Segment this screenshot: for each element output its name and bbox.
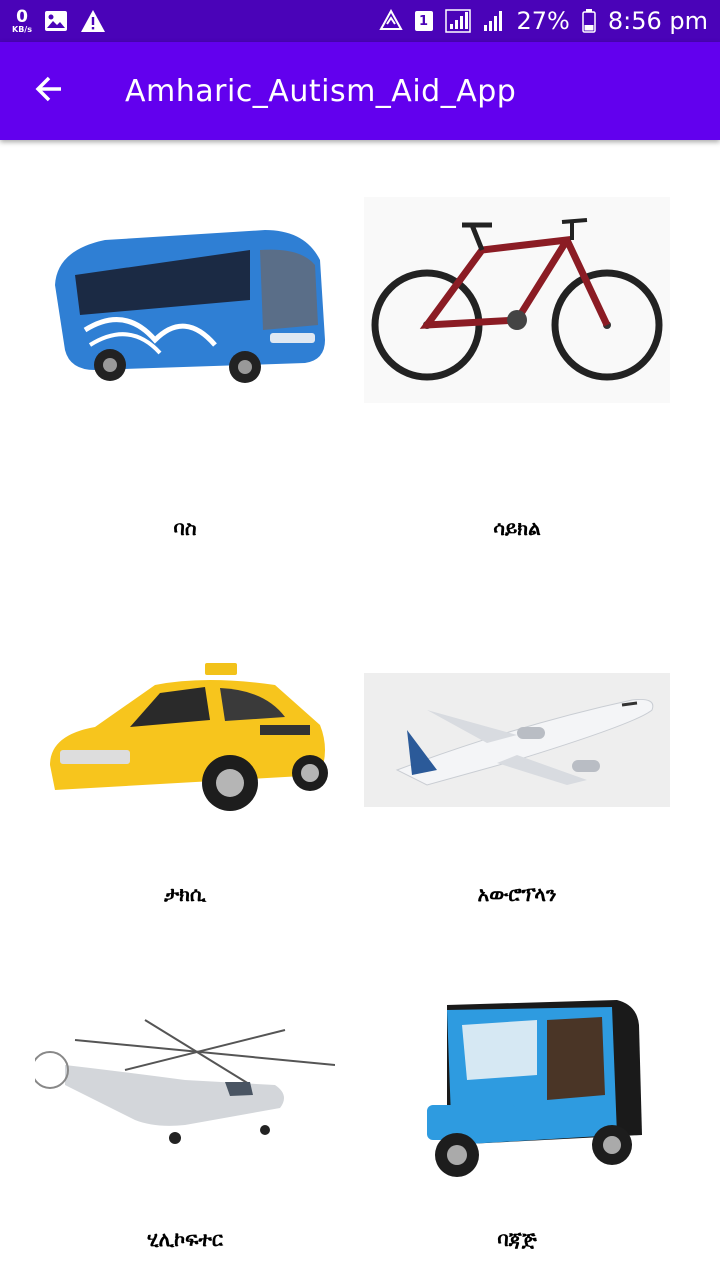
back-button[interactable] xyxy=(21,63,77,119)
item-label: ታክሲ xyxy=(164,882,206,906)
item-label: አውሮፕላን xyxy=(477,882,557,906)
status-bar: 0 KB/s 1 27% 8:56 pm xyxy=(0,0,720,42)
network-speed-value: 0 xyxy=(16,6,28,27)
transport-grid: ባስ ሳይክል ታክሲ አውሮፕላን ሂሊኮፍተር ባጃጅ xyxy=(0,140,720,1280)
app-bar: Amharic_Autism_Aid_App xyxy=(0,42,720,140)
helicopter-image xyxy=(20,965,350,1205)
signal-strength-icon xyxy=(444,9,471,33)
sim-slot-badge: 1 xyxy=(414,11,433,31)
battery-percent: 27% xyxy=(516,7,570,35)
battery-icon xyxy=(582,9,596,33)
item-label: ሂሊኮፍተር xyxy=(147,1227,223,1251)
image-notification-icon xyxy=(44,10,68,32)
status-clock: 8:56 pm xyxy=(607,7,708,35)
cellular-signal-icon xyxy=(483,9,505,33)
bicycle-image xyxy=(352,180,682,420)
app-title: Amharic_Autism_Aid_App xyxy=(125,73,517,109)
taxi-image xyxy=(20,620,350,860)
warning-icon xyxy=(80,9,106,33)
item-label: ባጃጅ xyxy=(497,1227,537,1251)
item-label: ባስ xyxy=(173,516,197,540)
bus-image xyxy=(20,180,350,420)
bajaj-image xyxy=(352,965,682,1205)
network-speed-unit: KB/s xyxy=(12,24,32,34)
item-label: ሳይክል xyxy=(493,516,541,540)
arrow-left-icon xyxy=(33,73,65,109)
airplane-image xyxy=(352,620,682,860)
network-speed-indicator: 0 KB/s xyxy=(12,6,32,34)
data-saver-icon xyxy=(378,9,403,33)
